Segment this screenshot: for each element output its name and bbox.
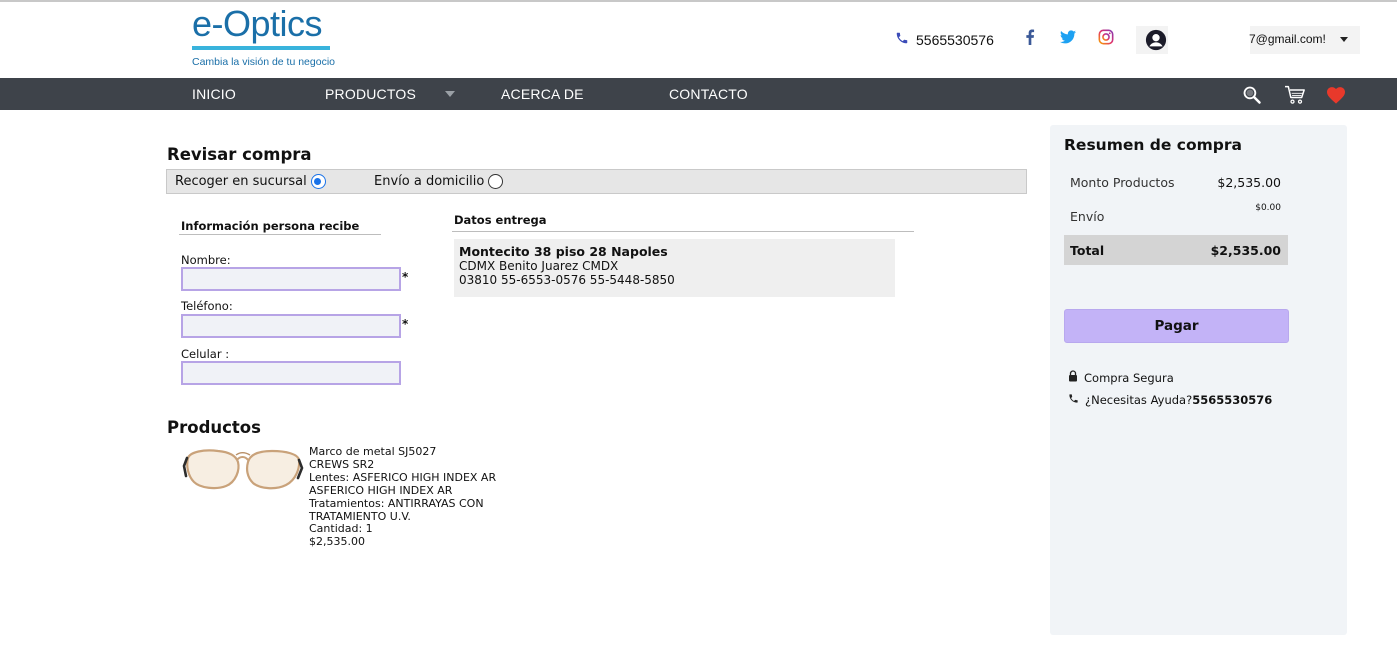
nav-item-acerca-de[interactable]: ACERCA DE	[501, 86, 584, 102]
option-delivery[interactable]: Envío a domicilio	[374, 174, 504, 189]
nav-item-productos[interactable]: PRODUCTOS	[325, 86, 416, 102]
name-required-mark: *	[402, 270, 409, 284]
purchase-summary: Resumen de compra Monto Productos $2,535…	[1050, 125, 1347, 635]
product-name: Marco de metal SJ5027	[309, 445, 437, 458]
summary-total-value: $2,535.00	[1210, 243, 1281, 258]
phone-label: Teléfono:	[181, 299, 233, 313]
name-label: Nombre:	[181, 253, 231, 267]
pay-button[interactable]: Pagar	[1064, 309, 1289, 343]
secure-purchase-label: Compra Segura	[1084, 370, 1174, 385]
header-phone-number: 5565530576	[916, 31, 994, 48]
summary-products-value: $2,535.00	[1217, 175, 1281, 190]
help-line[interactable]: ¿Necesitas Ayuda?5565530576	[1068, 393, 1272, 407]
account-icon	[1145, 29, 1167, 55]
user-email: 7@gmail.com!	[1249, 32, 1326, 46]
product-lenses: Lentes: ASFERICO HIGH INDEX AR ASFERICO …	[309, 470, 497, 497]
product-price: $2,535.00	[309, 535, 365, 549]
heart-icon[interactable]	[1325, 84, 1347, 106]
cell-label: Celular :	[181, 347, 230, 361]
summary-products-row: Monto Productos $2,535.00	[1064, 167, 1288, 197]
delivery-address: Montecito 38 piso 28 Napoles CDMX Benito…	[454, 239, 895, 297]
product-model: CREWS SR2	[309, 457, 375, 471]
main-navbar: INICIO PRODUCTOS ACERCA DE CONTACTO	[0, 78, 1397, 110]
cart-icon[interactable]	[1284, 84, 1306, 106]
summary-products-label: Monto Productos	[1070, 175, 1175, 190]
summary-shipping-row: Envío $0.00	[1064, 201, 1288, 231]
delivery-radio[interactable]	[488, 174, 504, 189]
logo-title: e-Optics	[192, 3, 323, 44]
phone-field[interactable]	[181, 314, 401, 338]
product-details: Marco de metal SJ5027 CREWS SR2 Lentes: …	[309, 445, 519, 549]
productos-dropdown-icon[interactable]	[445, 91, 455, 97]
twitter-icon[interactable]	[1059, 28, 1077, 46]
nav-item-contacto[interactable]: CONTACTO	[669, 86, 748, 102]
nav-item-inicio[interactable]: INICIO	[192, 86, 236, 102]
option-pickup-label: Recoger en sucursal	[175, 174, 307, 189]
name-field[interactable]	[181, 267, 401, 291]
summary-total-row: Total $2,535.00	[1064, 235, 1288, 265]
product-treatments: Tratamientos: ANTIRRAYAS CON TRATAMIENTO…	[309, 496, 484, 523]
help-phone: 5565530576	[1192, 393, 1273, 407]
address-city: CDMX Benito Juarez CMDX	[459, 259, 619, 273]
delivery-method-selector: Recoger en sucursal Envío a domicilio	[166, 169, 1027, 194]
option-pickup[interactable]: Recoger en sucursal	[175, 174, 326, 189]
help-label: ¿Necesitas Ayuda?	[1085, 393, 1193, 407]
header-phone[interactable]: 5565530576	[895, 30, 994, 49]
delivery-heading: Datos entrega	[454, 213, 547, 227]
delivery-heading-divider	[452, 231, 914, 232]
summary-shipping-label: Envío	[1070, 209, 1105, 224]
option-delivery-label: Envío a domicilio	[374, 174, 485, 189]
address-street: Montecito 38 piso 28 Napoles	[459, 244, 668, 259]
phone-icon	[1068, 393, 1079, 407]
address-contact: 03810 55-6553-0576 55-5448-5850	[459, 273, 675, 287]
logo-tagline: Cambia la visión de tu negocio	[192, 56, 336, 68]
secure-purchase: Compra Segura	[1068, 370, 1174, 385]
phone-required-mark: *	[402, 317, 409, 331]
facebook-icon[interactable]	[1021, 28, 1039, 46]
help-text: ¿Necesitas Ayuda?5565530576	[1085, 393, 1272, 407]
glasses-image	[182, 444, 304, 494]
recipient-heading: Información persona recibe	[181, 219, 360, 233]
redacted-username	[1168, 26, 1250, 54]
cell-field[interactable]	[181, 361, 401, 385]
pickup-radio[interactable]	[310, 174, 326, 189]
phone-icon	[895, 30, 909, 49]
instagram-icon[interactable]	[1097, 28, 1115, 46]
summary-title: Resumen de compra	[1064, 136, 1242, 154]
chevron-down-icon	[1340, 37, 1348, 42]
summary-shipping-value: $0.00	[1255, 203, 1281, 213]
search-icon[interactable]	[1241, 84, 1263, 106]
summary-total-label: Total	[1070, 243, 1105, 258]
logo[interactable]: e-Optics Cambia la visión de tu negocio	[192, 5, 337, 71]
review-title: Revisar compra	[167, 145, 312, 164]
logo-bar	[192, 46, 330, 50]
recipient-heading-divider	[179, 234, 381, 235]
user-menu[interactable]: 7@gmail.com!	[1136, 26, 1360, 54]
lock-icon	[1068, 370, 1078, 385]
products-title: Productos	[167, 418, 261, 437]
